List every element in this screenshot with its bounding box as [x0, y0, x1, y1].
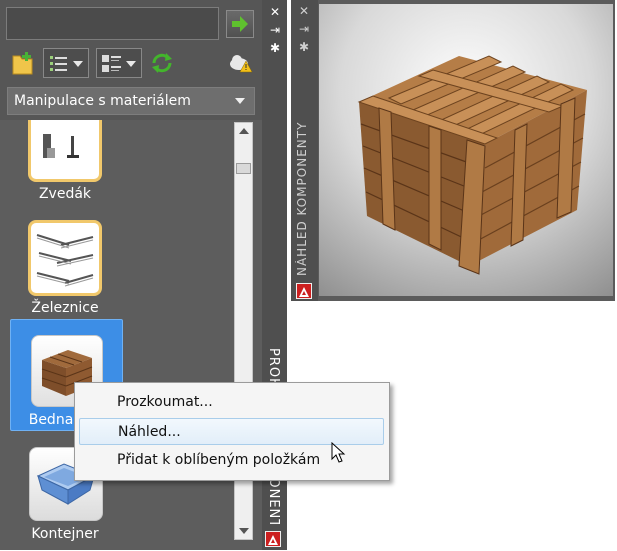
cloud-warning-icon: [230, 55, 253, 73]
gear-icon[interactable]: ✱: [298, 41, 310, 53]
item-label: Železnice: [31, 300, 99, 316]
chevron-down-icon: [126, 61, 136, 67]
item-label: Kontejner: [31, 526, 99, 542]
cloud-sync-button[interactable]: [228, 48, 254, 78]
scrollbar-thumb[interactable]: [236, 163, 251, 174]
close-icon[interactable]: ✕: [298, 5, 310, 17]
folder-add-button[interactable]: [10, 48, 36, 78]
list-view-icon: [50, 56, 67, 71]
item-label: Zvedák: [38, 186, 92, 202]
scroll-up-icon[interactable]: [239, 128, 249, 134]
menu-item-nahled[interactable]: Náhled...: [79, 418, 384, 445]
display-options-dropdown[interactable]: [96, 48, 142, 78]
preview-vertical-title: NÁHLED KOMPONENTY: [295, 121, 309, 276]
component-preview-palette: ✕ ⇥ ✱ NÁHLED KOMPONENTY: [291, 0, 615, 301]
component-list: Zvedák Železnice Bedna Kontejner: [0, 120, 262, 550]
arrow-right-icon: [232, 16, 248, 32]
mouse-cursor-icon: [331, 442, 346, 463]
gear-icon[interactable]: ✱: [269, 42, 281, 54]
list-item-zvedak[interactable]: Zvedák: [8, 120, 128, 210]
app-logo-icon: [296, 283, 312, 299]
view-options-dropdown[interactable]: [43, 48, 89, 78]
folder-add-icon: [12, 52, 33, 75]
scroll-down-icon[interactable]: [239, 528, 249, 534]
context-menu: Prozkoumat... Náhled... Přidat k oblíben…: [74, 382, 390, 481]
auto-hide-icon[interactable]: ⇥: [269, 24, 281, 36]
close-icon[interactable]: ✕: [269, 6, 281, 18]
list-item-zeleznice[interactable]: Železnice: [8, 220, 128, 330]
crate-model-icon: [357, 55, 587, 275]
detail-view-icon: [102, 55, 121, 72]
rail-thumbnail-icon: [28, 220, 102, 296]
refresh-icon: [152, 53, 172, 73]
auto-hide-icon[interactable]: ⇥: [298, 23, 310, 35]
lift-thumbnail-icon: [28, 120, 102, 182]
category-select[interactable]: Manipulace s materiálem: [7, 87, 255, 115]
chevron-down-icon: [73, 61, 83, 67]
menu-item-prozkoumat[interactable]: Prozkoumat...: [79, 389, 384, 416]
preview-viewport[interactable]: [319, 4, 613, 296]
chevron-down-icon: [235, 98, 245, 104]
search-input[interactable]: [6, 7, 219, 40]
refresh-button[interactable]: [149, 48, 175, 78]
app-logo-icon: [265, 531, 281, 547]
go-button[interactable]: [226, 10, 254, 38]
category-select-value: Manipulace s materiálem: [14, 93, 191, 109]
